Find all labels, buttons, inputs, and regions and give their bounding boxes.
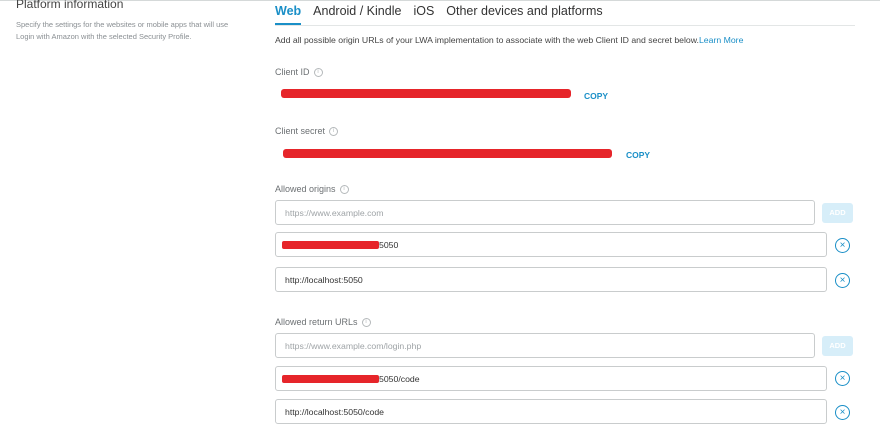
allowed-return-urls-label: Allowed return URLs i: [275, 317, 371, 327]
platform-settings-panel: Web Android / Kindle iOS Other devices a…: [275, 0, 855, 424]
info-icon[interactable]: i: [339, 184, 349, 194]
platform-info-description: Specify the settings for the websites or…: [16, 19, 261, 43]
tab-other-devices[interactable]: Other devices and platforms: [446, 4, 602, 25]
allowed-origin-input[interactable]: https://www.example.com: [275, 200, 815, 225]
allowed-return-urls-label-text: Allowed return URLs: [275, 317, 358, 327]
platform-info-section: Platform information Specify the setting…: [16, 0, 261, 43]
learn-more-link[interactable]: Learn More: [699, 35, 743, 45]
tab-web[interactable]: Web: [275, 4, 302, 25]
allowed-return-url-input[interactable]: https://www.example.com/login.php: [275, 333, 815, 358]
web-description-text: Add all possible origin URLs of your LWA…: [275, 35, 699, 45]
return-url-redaction: [282, 374, 379, 383]
origin-redaction: [282, 240, 379, 249]
client-id-redaction: [281, 89, 571, 98]
web-description: Add all possible origin URLs of your LWA…: [275, 35, 743, 45]
platform-info-description-line1: Specify the settings for the websites or…: [16, 20, 229, 29]
remove-circle-icon[interactable]: ×: [835, 405, 850, 420]
client-secret-redaction: [283, 149, 612, 158]
platform-info-description-line2: Login with Amazon with the selected Secu…: [16, 32, 192, 41]
return-url-entry-1-text: 5050/code: [379, 373, 420, 384]
remove-circle-icon[interactable]: ×: [835, 371, 850, 386]
client-id-label-text: Client ID: [275, 67, 310, 77]
remove-circle-icon[interactable]: ×: [835, 273, 850, 288]
add-return-url-button[interactable]: ADD: [822, 336, 853, 356]
client-secret-label: Client secret i: [275, 126, 339, 136]
remove-circle-icon[interactable]: ×: [835, 238, 850, 253]
platform-tabs: Web Android / Kindle iOS Other devices a…: [275, 0, 855, 26]
add-origin-button[interactable]: ADD: [822, 203, 853, 223]
copy-client-id-button[interactable]: COPY: [584, 91, 608, 101]
allowed-origins-label: Allowed origins i: [275, 184, 349, 194]
origin-entry-1-text: 5050: [379, 239, 399, 250]
info-icon[interactable]: i: [361, 317, 371, 327]
platform-info-heading: Platform information: [16, 0, 124, 11]
tab-android-kindle[interactable]: Android / Kindle: [313, 4, 401, 25]
copy-client-secret-button[interactable]: COPY: [626, 150, 650, 160]
info-icon[interactable]: i: [313, 67, 323, 77]
info-icon[interactable]: i: [329, 126, 339, 136]
return-url-entry-1[interactable]: 5050/code: [275, 366, 827, 391]
tab-ios[interactable]: iOS: [413, 4, 434, 25]
origin-entry-1[interactable]: 5050: [275, 232, 827, 257]
client-secret-label-text: Client secret: [275, 126, 326, 136]
return-url-entry-2[interactable]: http://localhost:5050/code: [275, 399, 827, 424]
client-id-label: Client ID i: [275, 67, 323, 77]
origin-entry-2[interactable]: http://localhost:5050: [275, 267, 827, 292]
allowed-origins-label-text: Allowed origins: [275, 184, 336, 194]
